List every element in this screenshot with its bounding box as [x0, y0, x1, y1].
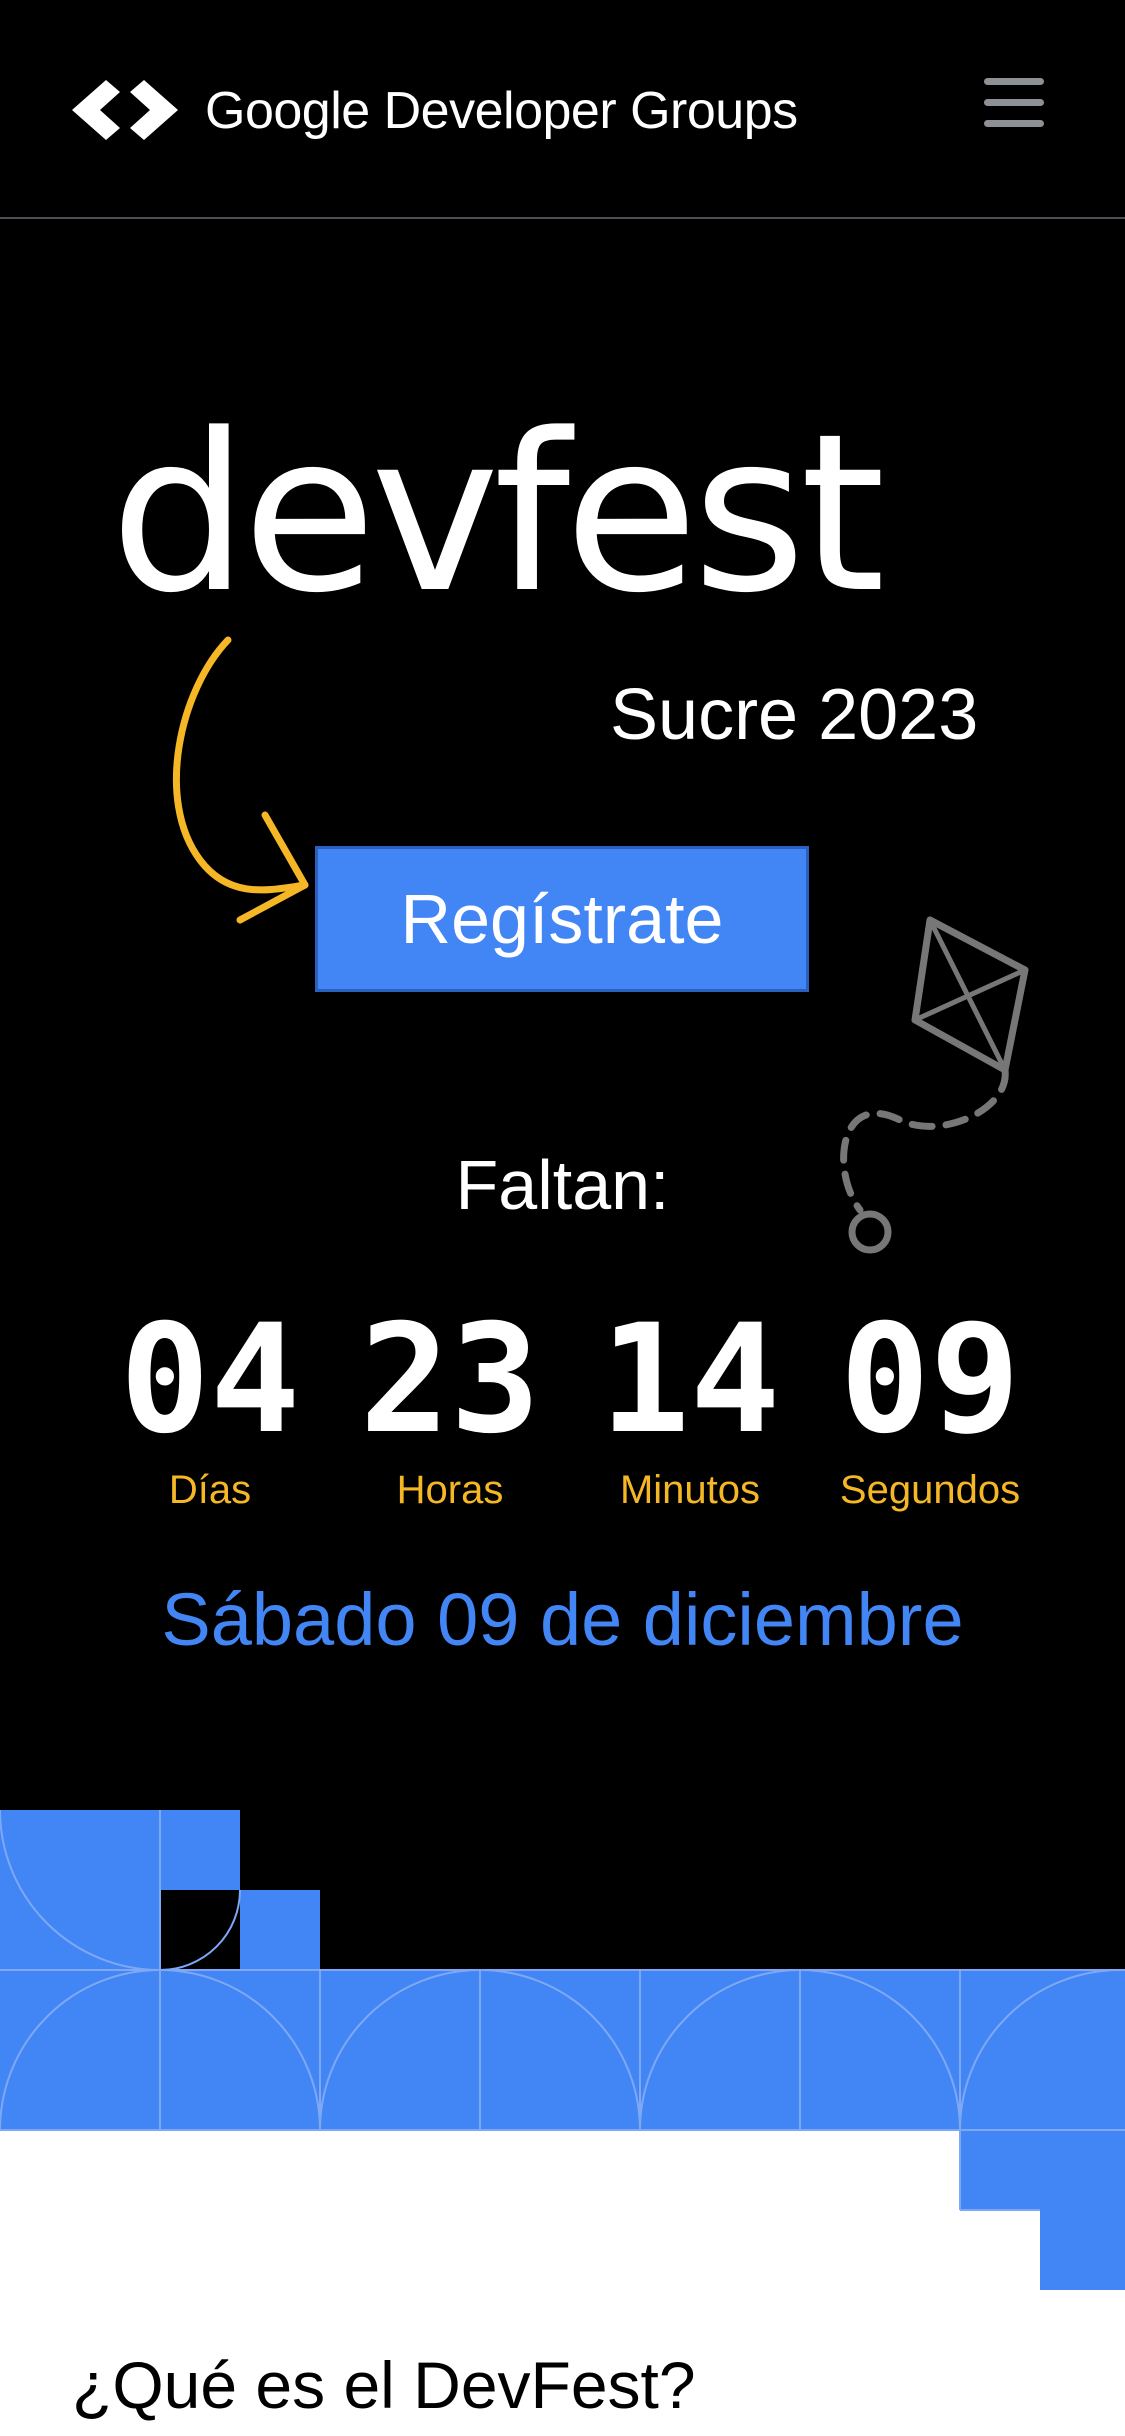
countdown-days: 04 Días [95, 1300, 325, 1520]
countdown-heading: Faltan: [455, 1146, 670, 1224]
countdown-seconds-label: Segundos [839, 1468, 1021, 1512]
countdown-days-value: 04 [119, 1293, 301, 1467]
countdown-minutes-label: Minutos [619, 1468, 761, 1512]
countdown: 04 Días 23 Horas 14 Minutos 09 Segundos [95, 1300, 1045, 1520]
countdown-hours-label: Horas [396, 1468, 504, 1512]
register-button[interactable]: Regístrate [315, 846, 809, 992]
about-title: ¿Qué es el DevFest? [72, 2348, 696, 2422]
countdown-minutes-value: 14 [599, 1293, 781, 1467]
menu-button[interactable] [984, 78, 1048, 136]
brand-name[interactable]: Google Developer Groups [205, 76, 798, 146]
countdown-hours: 23 Horas [335, 1300, 565, 1520]
site-header: Google Developer Groups [0, 0, 1125, 219]
countdown-hours-value: 23 [359, 1293, 541, 1467]
curved-arrow-icon [172, 636, 309, 924]
countdown-minutes: 14 Minutos [575, 1300, 805, 1520]
event-date: Sábado 09 de diciembre [161, 1578, 964, 1661]
decorative-pattern [0, 1810, 1125, 2290]
countdown-seconds: 09 Segundos [815, 1300, 1045, 1520]
countdown-days-label: Días [168, 1468, 252, 1512]
gdg-logo-icon[interactable] [72, 80, 192, 140]
hero-title: devfest [110, 388, 885, 641]
countdown-seconds-value: 09 [839, 1293, 1021, 1467]
hamburger-menu-icon [984, 78, 1044, 85]
hero-subtitle: Sucre 2023 [610, 675, 979, 755]
